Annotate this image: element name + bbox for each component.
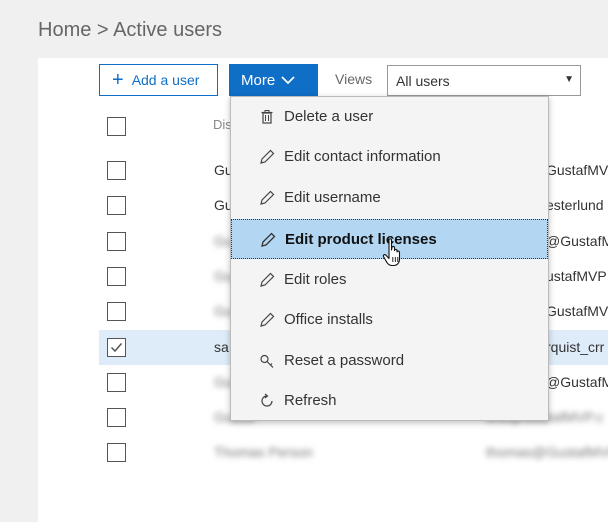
row-username: thomas@GustafMVP [486, 444, 608, 460]
refresh-icon [261, 393, 273, 407]
checkmark-icon [110, 343, 123, 353]
table-row[interactable]: Thomas Person thomas@GustafMVP [99, 435, 608, 470]
pencil-icon [260, 149, 275, 164]
menu-item-refresh[interactable]: Refresh [231, 381, 548, 421]
key-icon [260, 354, 274, 368]
menu-item-edit-contact[interactable]: Edit contact information [231, 137, 548, 177]
hand-cursor-icon [382, 238, 401, 267]
row-username: esterlund [546, 197, 604, 213]
add-user-label: Add a user [131, 72, 200, 88]
breadcrumb-separator: > [96, 19, 109, 41]
row-display-name[interactable]: Thomas Person [214, 444, 313, 460]
dropdown-arrow-icon: ▼ [564, 74, 574, 85]
column-header-display-name[interactable]: Dis [213, 117, 232, 132]
menu-item-label: Edit roles [284, 271, 347, 288]
pencil-icon [260, 312, 275, 327]
menu-item-label: Delete a user [284, 108, 374, 125]
more-label: More [241, 71, 276, 89]
breadcrumb: Home > Active users [38, 19, 222, 42]
row-username: @GustafM [546, 233, 608, 249]
views-select[interactable]: All users ▼ [387, 65, 581, 96]
menu-item-label: Edit product licenses [285, 231, 437, 248]
row-username: @GustafM [546, 374, 608, 390]
row-checkbox[interactable] [107, 408, 126, 427]
menu-item-label: Office installs [284, 311, 373, 328]
more-button[interactable]: More [229, 64, 318, 96]
menu-item-label: Reset a password [284, 352, 405, 369]
row-checkbox[interactable] [107, 161, 126, 180]
breadcrumb-current: Active users [113, 19, 222, 41]
pencil-icon [260, 190, 275, 205]
menu-item-office-installs[interactable]: Office installs [231, 300, 548, 340]
row-checkbox[interactable] [107, 267, 126, 286]
menu-item-delete-user[interactable]: Delete a user [231, 97, 548, 137]
chevron-down-icon [281, 76, 295, 85]
add-user-button[interactable]: + Add a user [99, 64, 218, 96]
row-checkbox[interactable] [107, 232, 126, 251]
row-username: GustafMV [546, 162, 608, 178]
trash-icon [261, 110, 273, 124]
views-label: Views [335, 71, 373, 87]
menu-item-label: Edit contact information [284, 148, 441, 165]
row-checkbox[interactable] [107, 302, 126, 321]
row-display-name[interactable]: sa [214, 339, 229, 355]
select-all-checkbox[interactable] [107, 117, 126, 136]
menu-item-reset-password[interactable]: Reset a password [231, 341, 548, 381]
menu-item-label: Refresh [284, 392, 337, 409]
row-checkbox[interactable] [107, 373, 126, 392]
row-checkbox[interactable] [107, 196, 126, 215]
views-select-value: All users [396, 72, 450, 89]
menu-item-label: Edit username [284, 189, 381, 206]
row-checkbox[interactable] [107, 443, 126, 462]
plus-icon: + [112, 69, 124, 91]
row-checkbox[interactable] [107, 338, 126, 357]
pencil-icon [261, 232, 276, 247]
admin-center-page: Home > Active users + Add a user More Vi… [0, 0, 608, 522]
row-username: ustafMVP [546, 268, 607, 284]
pencil-icon [260, 272, 275, 287]
row-username: rquist_crr [546, 339, 605, 355]
row-username: GustafMV [546, 303, 608, 319]
breadcrumb-home[interactable]: Home [38, 19, 91, 41]
menu-item-edit-username[interactable]: Edit username [231, 178, 548, 218]
